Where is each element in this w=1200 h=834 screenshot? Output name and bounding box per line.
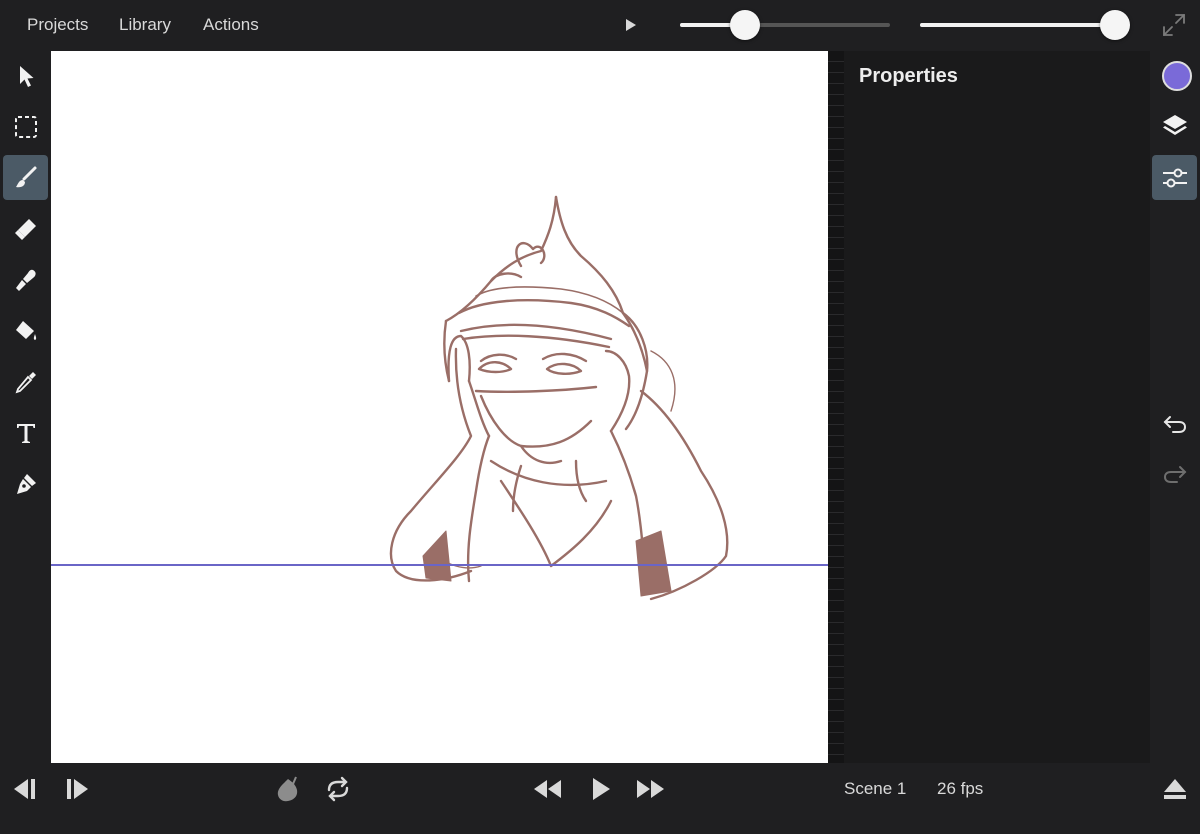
arrow-cursor-icon xyxy=(19,65,33,87)
color-picker-button[interactable] xyxy=(1152,51,1197,96)
fast-forward-icon xyxy=(637,780,664,798)
properties-title: Properties xyxy=(859,65,958,87)
rewind-button[interactable] xyxy=(532,773,564,805)
next-frame-button[interactable] xyxy=(62,773,94,805)
previous-frame-button[interactable] xyxy=(8,773,40,805)
tool-bar xyxy=(0,51,51,763)
undo-button[interactable] xyxy=(1152,401,1197,446)
fullscreen-icon[interactable] xyxy=(1161,12,1187,38)
eyedropper-tool-button[interactable] xyxy=(3,359,48,404)
rewind-icon xyxy=(534,780,561,798)
paint-bucket-icon xyxy=(15,320,36,340)
fill-tool-button[interactable] xyxy=(3,308,48,353)
top-bar: Projects Library Actions xyxy=(0,0,1200,51)
brush-size-slider[interactable] xyxy=(680,10,890,40)
current-color-swatch xyxy=(1162,61,1192,91)
loop-button[interactable] xyxy=(322,773,354,805)
menu-actions[interactable]: Actions xyxy=(203,15,259,35)
marquee-tool-button[interactable] xyxy=(3,104,48,149)
loop-icon xyxy=(327,776,349,802)
fast-forward-button[interactable] xyxy=(634,773,666,805)
pen-tool-button[interactable] xyxy=(3,461,48,506)
brush-tool-button[interactable] xyxy=(3,155,48,200)
eyedropper-icon xyxy=(15,371,36,393)
smudge-tool-button[interactable] xyxy=(3,257,48,302)
fps-label[interactable]: 26 fps xyxy=(937,779,983,799)
dashed-rect-icon xyxy=(14,115,37,138)
eraser-icon xyxy=(14,218,36,240)
menu-library[interactable]: Library xyxy=(119,15,171,35)
slider-knob[interactable] xyxy=(730,10,760,40)
redo-button[interactable] xyxy=(1152,451,1197,496)
sketch-drawing xyxy=(389,195,729,601)
smudge-icon xyxy=(15,269,36,291)
menu-projects[interactable]: Projects xyxy=(27,15,88,35)
frame-scroll-strip[interactable] xyxy=(828,51,844,763)
sliders-icon xyxy=(1162,168,1187,187)
brush-opacity-slider[interactable] xyxy=(920,10,1130,40)
timeline-bar: Scene 1 26 fps xyxy=(0,763,1200,834)
horizon-guide-line[interactable] xyxy=(51,564,828,566)
properties-panel: Properties xyxy=(844,51,1150,763)
redo-icon xyxy=(1163,465,1186,483)
eject-icon xyxy=(1164,779,1186,799)
step-forward-icon xyxy=(67,779,88,799)
onion-skin-button[interactable] xyxy=(272,773,304,805)
text-tool-button[interactable] xyxy=(3,410,48,455)
text-icon xyxy=(16,423,35,443)
layers-icon xyxy=(1162,114,1187,135)
onion-icon xyxy=(277,776,298,802)
brush-icon xyxy=(15,166,36,187)
step-back-icon xyxy=(14,779,35,799)
drawing-canvas[interactable] xyxy=(51,51,828,763)
adjustments-button[interactable] xyxy=(1152,155,1197,200)
select-tool-button[interactable] xyxy=(3,53,48,98)
play-preview-icon[interactable] xyxy=(624,17,638,33)
play-icon xyxy=(593,778,610,800)
timeline-toggle-button[interactable] xyxy=(1159,773,1191,805)
undo-icon xyxy=(1163,415,1186,433)
scene-label[interactable]: Scene 1 xyxy=(844,779,906,799)
pen-nib-icon xyxy=(16,473,36,494)
eraser-tool-button[interactable] xyxy=(3,206,48,251)
play-button[interactable] xyxy=(585,773,617,805)
layers-button[interactable] xyxy=(1152,103,1197,148)
slider-knob[interactable] xyxy=(1100,10,1130,40)
right-tool-bar xyxy=(1150,51,1200,763)
